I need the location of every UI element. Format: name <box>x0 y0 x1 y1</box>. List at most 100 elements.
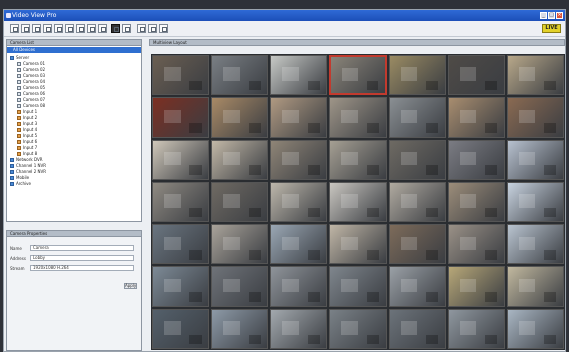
camera-tile[interactable] <box>329 181 387 223</box>
camera-tile[interactable] <box>329 97 387 138</box>
video-feed-content <box>485 207 498 218</box>
video-feed-content <box>341 109 358 124</box>
camera-tile[interactable] <box>270 181 328 223</box>
tree-item[interactable]: Input 1 <box>17 109 37 114</box>
layout-9-icon[interactable] <box>76 24 85 33</box>
layout-4-icon[interactable] <box>65 24 74 33</box>
camera-tile[interactable] <box>506 55 564 96</box>
camera-tile[interactable] <box>152 266 210 307</box>
tree-item[interactable]: Network DVR <box>10 157 43 162</box>
tree-item[interactable]: Channel 2 NVR <box>10 169 46 174</box>
camera-tile[interactable] <box>506 181 564 223</box>
camera-tile[interactable] <box>447 308 505 349</box>
apply-button[interactable]: Apply <box>124 283 137 289</box>
layout-1-icon[interactable] <box>54 24 63 33</box>
camera-tile[interactable] <box>270 266 328 307</box>
camera-tile[interactable] <box>388 308 446 349</box>
camera-tile[interactable] <box>388 266 446 307</box>
camera-tile[interactable] <box>152 181 210 223</box>
camera-tile[interactable] <box>447 139 505 180</box>
video-feed-content <box>459 236 477 251</box>
camera-tile[interactable] <box>388 224 446 265</box>
record-icon[interactable] <box>98 24 107 33</box>
tree-item[interactable]: Camera 05 <box>17 85 45 90</box>
tree-item[interactable]: Camera 04 <box>17 79 45 84</box>
video-feed-content <box>400 109 418 124</box>
camera-icon[interactable] <box>43 24 52 33</box>
camera-tile[interactable] <box>211 224 269 265</box>
camera-tile[interactable] <box>270 97 328 138</box>
settings-icon[interactable] <box>122 24 131 33</box>
camera-tile[interactable] <box>506 97 564 138</box>
maximize-button[interactable]: □ <box>548 12 555 19</box>
tree-item[interactable]: Input 7 <box>17 145 37 150</box>
snapshot-icon[interactable] <box>111 24 120 33</box>
layout-16-icon[interactable] <box>87 24 96 33</box>
property-address-field[interactable]: Lobby <box>30 255 134 261</box>
save-icon[interactable] <box>32 24 41 33</box>
camera-tile[interactable] <box>388 181 446 223</box>
tree-selected-item[interactable]: All Devices <box>7 47 141 53</box>
camera-tile[interactable] <box>329 55 387 96</box>
property-stream-select[interactable]: 1920x1080 H.264 <box>30 265 134 271</box>
camera-tile[interactable] <box>447 266 505 307</box>
tree-item[interactable]: Input 2 <box>17 115 37 120</box>
camera-tile[interactable] <box>506 224 564 265</box>
tree-item[interactable]: Input 4 <box>17 127 37 132</box>
camera-tile[interactable] <box>388 55 446 96</box>
camera-tile[interactable] <box>329 224 387 265</box>
camera-tile[interactable] <box>211 181 269 223</box>
tree-item[interactable]: Camera 03 <box>17 73 45 78</box>
camera-tile[interactable] <box>270 224 328 265</box>
camera-tile[interactable] <box>152 55 210 96</box>
tree-item[interactable]: Mobile <box>10 175 29 180</box>
tree-item[interactable]: Input 3 <box>17 121 37 126</box>
camera-tile[interactable] <box>506 139 564 180</box>
tree-item[interactable]: Camera 01 <box>17 61 45 66</box>
camera-tile[interactable] <box>388 139 446 180</box>
tree-item[interactable]: Camera 07 <box>17 97 45 102</box>
tree-item[interactable]: Channel 1 NVR <box>10 163 46 168</box>
camera-tile[interactable] <box>447 224 505 265</box>
minimize-button[interactable]: _ <box>540 12 547 19</box>
property-name-field[interactable]: Camera <box>30 245 134 251</box>
camera-tile[interactable] <box>152 224 210 265</box>
camera-tile[interactable] <box>447 181 505 223</box>
camera-tile[interactable] <box>329 266 387 307</box>
camera-tile[interactable] <box>211 139 269 180</box>
tree-item[interactable]: Input 6 <box>17 139 37 144</box>
camera-tile[interactable] <box>211 55 269 96</box>
tree-item[interactable]: Input 8 <box>17 151 37 156</box>
tree-item[interactable]: Camera 06 <box>17 91 45 96</box>
tree-item[interactable]: Input 5 <box>17 133 37 138</box>
camera-tile[interactable] <box>329 139 387 180</box>
video-feed-content <box>282 236 299 251</box>
open-icon[interactable] <box>21 24 30 33</box>
tree-item-label: Input 3 <box>23 121 38 126</box>
exit-icon[interactable] <box>159 24 168 33</box>
camera-tile[interactable] <box>388 97 446 138</box>
camera-tile[interactable] <box>506 308 564 349</box>
camera-tile[interactable] <box>270 139 328 180</box>
tree-item[interactable]: Camera 08 <box>17 103 45 108</box>
camera-tile[interactable] <box>447 97 505 138</box>
camera-tile[interactable] <box>211 308 269 349</box>
info-icon[interactable] <box>148 24 157 33</box>
camera-tile[interactable] <box>270 308 328 349</box>
camera-tile[interactable] <box>152 308 210 349</box>
tree-item[interactable]: Server <box>10 55 29 60</box>
camera-tile[interactable] <box>329 308 387 349</box>
camera-tile[interactable] <box>152 139 210 180</box>
camera-tile[interactable] <box>506 266 564 307</box>
camera-tile[interactable] <box>152 97 210 138</box>
camera-tile[interactable] <box>447 55 505 96</box>
help-icon[interactable] <box>137 24 146 33</box>
video-feed-content <box>341 194 358 208</box>
camera-tile[interactable] <box>211 97 269 138</box>
camera-tile[interactable] <box>270 55 328 96</box>
new-icon[interactable] <box>10 24 19 33</box>
tree-item[interactable]: Archive <box>10 181 31 186</box>
tree-item[interactable]: Camera 02 <box>17 67 45 72</box>
close-button[interactable]: × <box>556 12 563 19</box>
camera-tile[interactable] <box>211 266 269 307</box>
